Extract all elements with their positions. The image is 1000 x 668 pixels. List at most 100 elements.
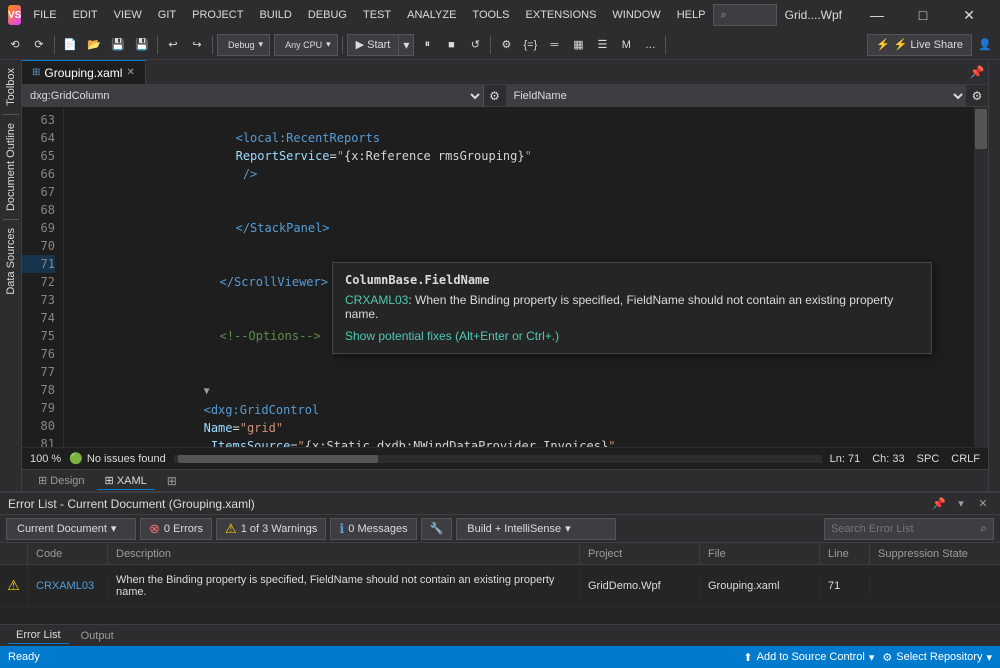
panel-pin-button[interactable]: 📌	[930, 495, 948, 513]
message-icon: ℹ	[339, 521, 344, 537]
build-scope-label: Build + IntelliSense	[467, 523, 561, 535]
error-search-input[interactable]	[831, 523, 980, 535]
main-content: Toolbox Document Outline Data Sources ⊞ …	[0, 60, 1000, 668]
error-list-panel: Error List - Current Document (Grouping.…	[0, 491, 1000, 646]
nav-function-icon: ⚙	[484, 85, 506, 107]
build-intellisense-dropdown[interactable]: Build + IntelliSense ▾	[456, 518, 616, 540]
toolbar-b1[interactable]: ⚙	[495, 34, 517, 56]
toolbar-back[interactable]: ⟲	[4, 34, 26, 56]
toolbar-b7[interactable]: …	[639, 34, 661, 56]
col-header-file[interactable]: File	[700, 543, 820, 564]
col-header-description[interactable]: Description	[108, 543, 580, 564]
popup-code-link[interactable]: CRXAML03	[345, 293, 408, 307]
toolbar-redo[interactable]: ↪	[186, 34, 208, 56]
toolbar-pause[interactable]: ⏸	[416, 34, 438, 56]
menu-extensions[interactable]: EXTENSIONS	[518, 5, 605, 25]
tab-pin-button[interactable]: 📌	[966, 61, 988, 83]
build-scope-button[interactable]: 🔧	[421, 518, 453, 540]
popup-title: ColumnBase.FieldName	[345, 273, 919, 287]
maximize-button[interactable]: □	[900, 0, 946, 30]
toolbox-label[interactable]: Toolbox	[3, 64, 19, 110]
close-button[interactable]: ✕	[946, 0, 992, 30]
menu-build[interactable]: BUILD	[251, 5, 299, 25]
toolbar-save-all[interactable]: 💾	[131, 34, 153, 56]
popup-fix-link[interactable]: Show potential fixes (Alt+Enter or Ctrl+…	[345, 329, 919, 343]
output-tab[interactable]: Output	[73, 628, 122, 644]
add-source-control-button[interactable]: ⬆ Add to Source Control ▾	[743, 651, 874, 664]
editor-tab-grouping[interactable]: ⊞ Grouping.xaml ✕	[22, 60, 146, 84]
cpu-dropdown[interactable]: Any CPU▾	[274, 34, 338, 56]
start-button[interactable]: ▶ Start ▾	[347, 34, 415, 56]
toolbar-stop[interactable]: ■	[440, 34, 462, 56]
document-outline-label[interactable]: Document Outline	[3, 119, 19, 215]
title-search[interactable]: ⌕	[713, 4, 776, 26]
live-share-button[interactable]: ⚡ ⚡ Live Share	[867, 34, 972, 56]
menu-help[interactable]: HELP	[669, 5, 714, 25]
toolbar-b2[interactable]: {=}	[519, 34, 541, 56]
messages-count-button[interactable]: ℹ 0 Messages	[330, 518, 416, 540]
app-icon: VS	[8, 5, 21, 25]
data-sources-label[interactable]: Data Sources	[3, 224, 19, 299]
toolbar-undo[interactable]: ↩	[162, 34, 184, 56]
menu-file[interactable]: FILE	[25, 5, 64, 25]
menu-git[interactable]: GIT	[150, 5, 184, 25]
menu-analyze[interactable]: ANALYZE	[399, 5, 464, 25]
warnings-count-button[interactable]: ⚠ 1 of 3 Warnings	[216, 518, 326, 540]
toolbox-sep	[3, 114, 19, 115]
select-repo-label: Select Repository	[896, 651, 982, 663]
toolbar-b5[interactable]: ☰	[591, 34, 613, 56]
expand-67[interactable]: ▼	[204, 386, 210, 397]
error-search-box: ⌕	[824, 518, 994, 540]
errors-count-button[interactable]: ⊗ 0 Errors	[140, 518, 212, 540]
editor-scrollbar[interactable]	[974, 107, 988, 447]
error-list-tab[interactable]: Error List	[8, 627, 69, 644]
xaml-icon: ⊞	[105, 475, 114, 487]
start-label[interactable]: ▶ Start	[348, 38, 399, 51]
col-header-suppression[interactable]: Suppression State	[870, 543, 1000, 564]
menu-view[interactable]: VIEW	[106, 5, 150, 25]
scrollbar-thumb[interactable]	[975, 109, 987, 149]
type-dropdown[interactable]: dxg:GridColumn	[22, 85, 484, 107]
menu-edit[interactable]: EDIT	[65, 5, 106, 25]
scope-dropdown[interactable]: Current Document ▾	[6, 518, 136, 540]
tab-close-icon[interactable]: ✕	[126, 67, 134, 78]
xaml-tab[interactable]: ⊞ XAML	[97, 472, 155, 490]
source-control-arrow: ▾	[869, 651, 875, 664]
h-scrollbar-thumb[interactable]	[178, 455, 378, 463]
col-header-code[interactable]: Code	[28, 543, 108, 564]
wrench-icon: 🔧	[430, 522, 444, 535]
toolbar-save[interactable]: 💾	[107, 34, 129, 56]
toolbar-sep-5	[490, 36, 491, 54]
toolbar-new[interactable]: 📄	[59, 34, 81, 56]
editor-status-bar: 100 % 🟢 No issues found Ln: 71 Ch: 33 SP…	[22, 447, 988, 469]
toolbar-open[interactable]: 📂	[83, 34, 105, 56]
menu-test[interactable]: TEST	[355, 5, 399, 25]
toolbar-b4[interactable]: ▦	[567, 34, 589, 56]
panel-close-button[interactable]: ✕	[974, 495, 992, 513]
minimize-button[interactable]: —	[854, 0, 900, 30]
toolbar-b6[interactable]: M	[615, 34, 637, 56]
design-tab[interactable]: ⊞ Design	[30, 472, 93, 489]
warnings-count-label: 1 of 3 Warnings	[241, 523, 318, 535]
debug-config-dropdown[interactable]: Debug▾	[217, 34, 270, 56]
toolbar-forward[interactable]: ⟳	[28, 34, 50, 56]
col-header-line[interactable]: Line	[820, 543, 870, 564]
menu-tools[interactable]: TOOLS	[464, 5, 517, 25]
toolbar-account[interactable]: 👤	[974, 34, 996, 56]
live-share-icon: ⚡	[876, 38, 890, 51]
panel-dropdown-button[interactable]: ▾	[952, 495, 970, 513]
horizontal-scrollbar[interactable]	[174, 455, 822, 463]
col-header-project[interactable]: Project	[580, 543, 700, 564]
start-dropdown-arrow[interactable]: ▾	[398, 35, 413, 55]
menu-window[interactable]: WINDOW	[604, 5, 668, 25]
error-code-link[interactable]: CRXAML03	[36, 580, 94, 592]
toolbar-restart[interactable]: ↺	[464, 34, 486, 56]
toolbar-b3[interactable]: ═	[543, 34, 565, 56]
nav-options-button[interactable]: ⚙	[966, 85, 988, 107]
menu-debug[interactable]: DEBUG	[300, 5, 355, 25]
view-options-button[interactable]: ⊞	[161, 472, 183, 490]
member-dropdown[interactable]: FieldName	[506, 85, 967, 107]
popup-description: CRXAML03: When the Binding property is s…	[345, 293, 919, 321]
select-repo-button[interactable]: ⚙ Select Repository ▾	[882, 651, 992, 664]
menu-project[interactable]: PROJECT	[184, 5, 251, 25]
